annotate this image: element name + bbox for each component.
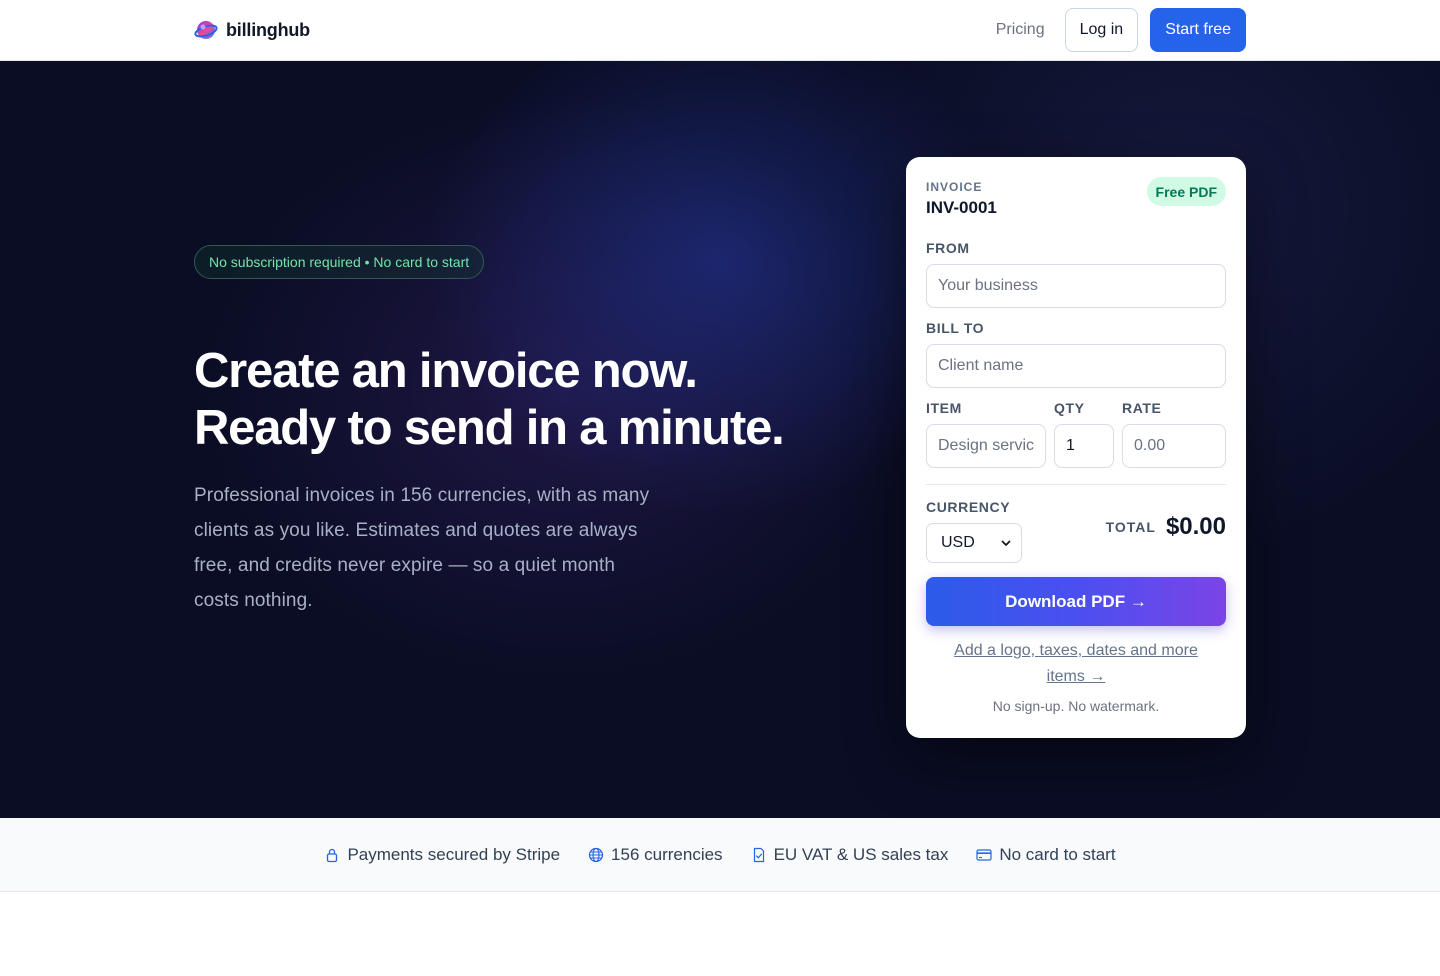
trust-items: Payments secured by Stripe 156 currencie… <box>0 818 1440 892</box>
currency-value: USD <box>941 534 975 551</box>
trust-item-tax: EU VAT & US sales tax <box>751 845 949 865</box>
total-label: TOTAL <box>1105 519 1156 535</box>
hero-headline: Create an invoice now. Ready to send in … <box>194 343 854 457</box>
download-pdf-button[interactable]: Download PDF → <box>926 577 1226 626</box>
free-pdf-badge: Free PDF <box>1146 177 1226 206</box>
total-value: $0.00 <box>1165 513 1226 540</box>
item-input[interactable] <box>926 424 1046 468</box>
chevron-down-icon <box>1001 540 1011 546</box>
trust-bar: Payments secured by Stripe 156 currencie… <box>0 818 1440 892</box>
trust-label-stripe: Payments secured by Stripe <box>347 845 561 864</box>
brand-name: billinghub <box>226 19 310 40</box>
rate-input[interactable] <box>1122 424 1226 468</box>
trust-item-currencies: 156 currencies <box>588 845 723 865</box>
hero-subtext: Professional invoices in 156 currencies,… <box>194 485 650 611</box>
nav-actions: Pricing Log in Start free <box>988 8 1246 52</box>
card-note: No sign-up. No watermark. <box>992 698 1160 714</box>
start-free-button[interactable]: Start free <box>1150 8 1246 52</box>
nav-link-pricing[interactable]: Pricing <box>988 21 1053 39</box>
from-input[interactable] <box>926 264 1226 308</box>
trust-label-card: No card to start <box>999 845 1116 864</box>
globe-icon <box>588 847 604 863</box>
trust-item-card: No card to start <box>976 845 1116 865</box>
trust-label-currencies: 156 currencies <box>611 845 723 864</box>
qty-input[interactable] <box>1054 424 1114 468</box>
headline-line-2: Ready to send in a minute. <box>194 401 785 455</box>
brand[interactable]: billinghub <box>194 18 310 42</box>
brand-logo-icon <box>194 21 218 39</box>
from-label: FROM <box>926 240 970 256</box>
top-nav: billinghub Pricing Log in Start free <box>0 0 1440 61</box>
login-button[interactable]: Log in <box>1064 8 1139 52</box>
item-label: ITEM <box>926 400 962 416</box>
rate-label: RATE <box>1122 400 1162 416</box>
card-divider <box>926 484 1226 485</box>
trust-label-tax: EU VAT & US sales tax <box>773 845 949 864</box>
lock-icon <box>327 848 338 863</box>
trust-item-stripe: Payments secured by Stripe <box>324 845 560 865</box>
bill-to-input[interactable] <box>926 344 1226 388</box>
total-row: TOTAL $0.00 <box>1106 513 1226 541</box>
bill-to-label: BILL TO <box>926 320 985 336</box>
hero-section: No subscription required • No card to st… <box>0 61 1440 818</box>
credit-card-icon <box>976 849 992 861</box>
currency-select[interactable]: USD <box>926 523 1022 563</box>
add-more-link[interactable]: Add a logo, taxes, dates and more items … <box>941 638 1211 690</box>
invoice-label: INVOICE <box>926 180 983 194</box>
invoice-card: INVOICE INV-0001 Free PDF FROM BILL TO I… <box>906 157 1246 738</box>
headline-line-1: Create an invoice now. <box>194 344 698 398</box>
currency-label: CURRENCY <box>926 499 1011 515</box>
document-check-icon <box>753 847 764 863</box>
invoice-number: INV-0001 <box>926 198 997 217</box>
qty-label: QTY <box>1054 400 1085 416</box>
no-subscription-pill: No subscription required • No card to st… <box>194 245 485 279</box>
